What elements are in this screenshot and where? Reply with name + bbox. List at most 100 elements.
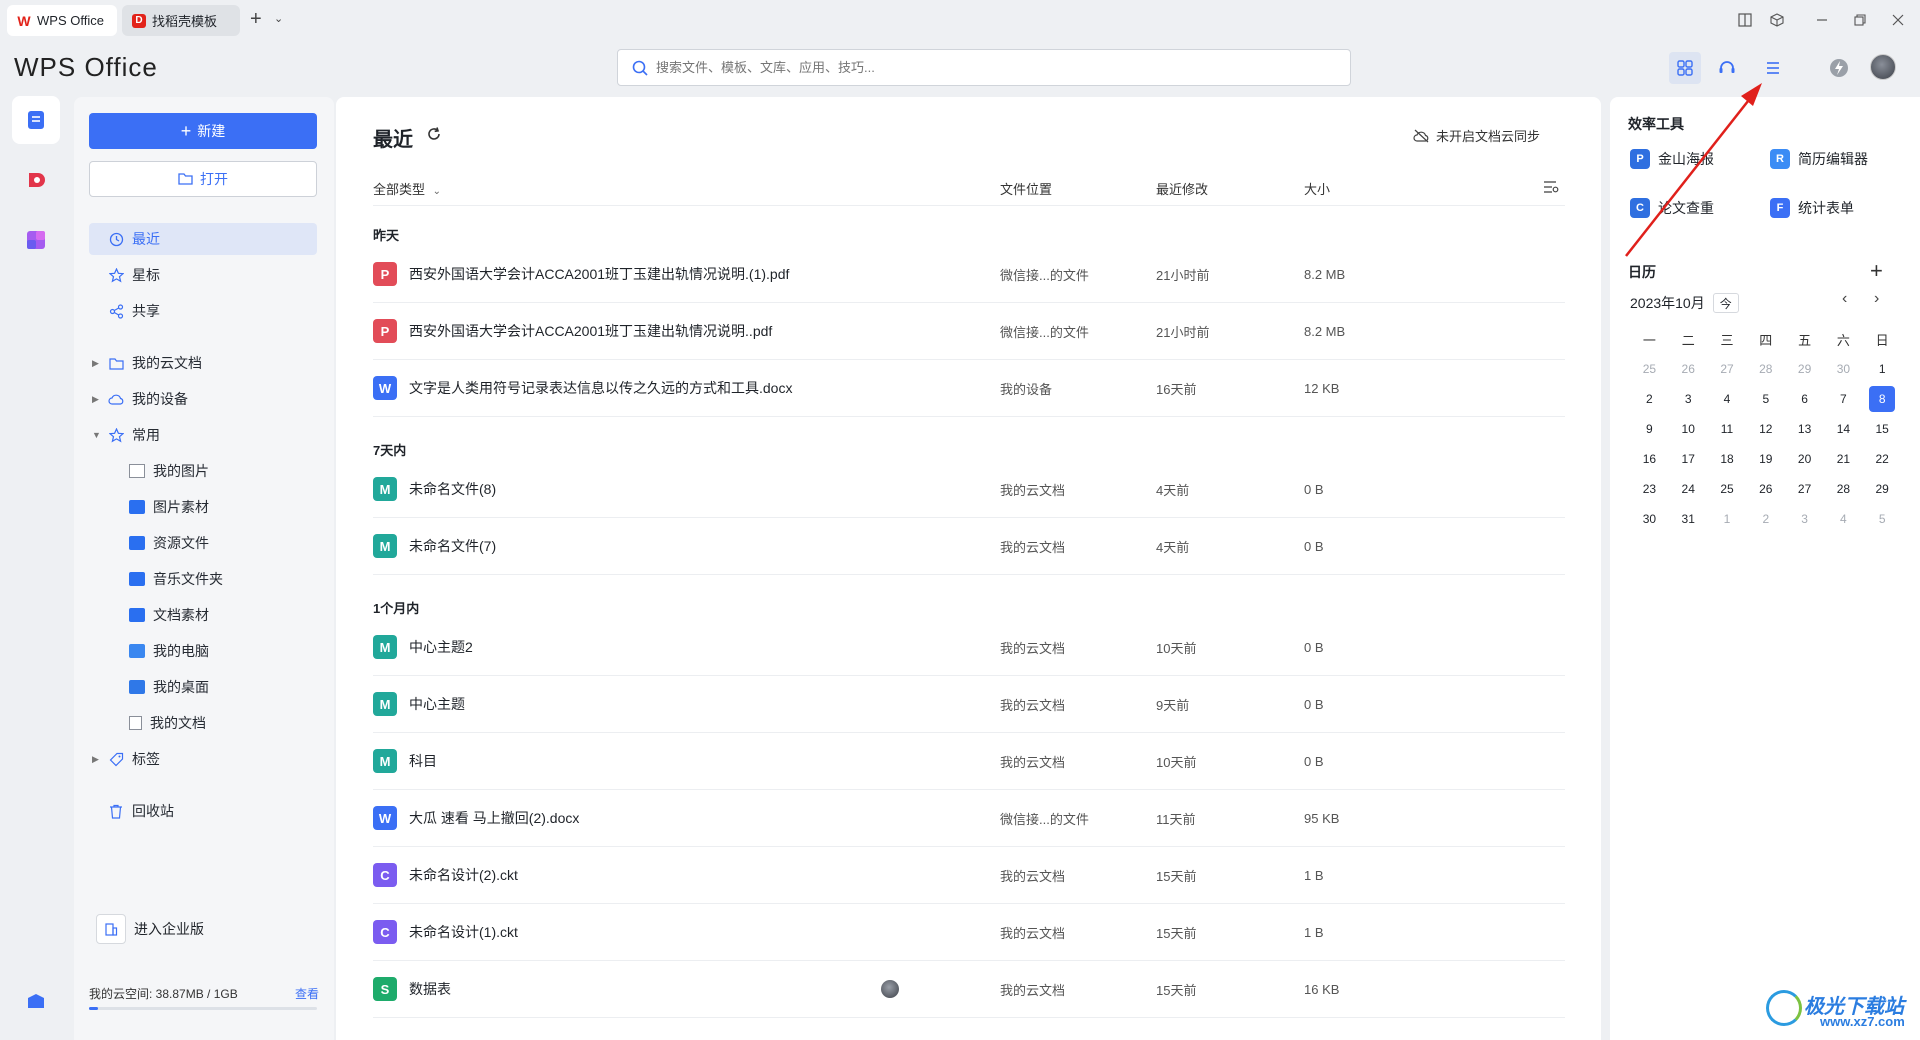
new-button[interactable]: + 新建 <box>89 113 317 149</box>
sidebar-item-picture-assets[interactable]: 图片素材 <box>129 491 209 523</box>
calendar-day[interactable]: 2 <box>1746 512 1785 526</box>
calendar-day[interactable]: 11 <box>1708 422 1747 436</box>
sidebar-item-starred[interactable]: 星标 <box>89 259 317 291</box>
sidebar-toggle-icon[interactable] <box>1731 8 1759 32</box>
apps-grid-button[interactable] <box>1669 52 1701 84</box>
calendar-day[interactable]: 9 <box>1630 422 1669 436</box>
calendar-day[interactable]: 25 <box>1630 362 1669 376</box>
calendar-day[interactable]: 29 <box>1863 482 1902 496</box>
calendar-day[interactable]: 1 <box>1708 512 1747 526</box>
calendar-day[interactable]: 28 <box>1746 362 1785 376</box>
calendar-day[interactable]: 29 <box>1785 362 1824 376</box>
today-button[interactable]: 今 <box>1712 293 1739 313</box>
file-row[interactable]: C 未命名设计(1).ckt 我的云文档 15天前 1 B <box>373 904 1565 961</box>
calendar-day[interactable]: 30 <box>1630 512 1669 526</box>
calendar-day[interactable]: 14 <box>1824 422 1863 436</box>
calendar-day[interactable]: 1 <box>1863 362 1902 376</box>
file-row[interactable]: M 中心主题2 我的云文档 10天前 0 B <box>373 619 1565 676</box>
calendar-day[interactable]: 17 <box>1669 452 1708 466</box>
cloud-sync-toggle[interactable]: 未开启文档云同步 <box>1413 126 1540 145</box>
sidebar-item-recycle-bin[interactable]: 回收站 <box>89 795 317 827</box>
open-button[interactable]: 打开 <box>89 161 317 197</box>
calendar-day[interactable]: 28 <box>1824 482 1863 496</box>
user-avatar[interactable] <box>1870 54 1896 80</box>
sidebar-item-my-computer[interactable]: 我的电脑 <box>129 635 209 667</box>
column-location[interactable]: 文件位置 <box>1000 179 1052 198</box>
calendar-day[interactable]: 25 <box>1708 482 1747 496</box>
calendar-day[interactable]: 26 <box>1669 362 1708 376</box>
refresh-icon[interactable] <box>426 126 442 145</box>
sidebar-item-my-devices[interactable]: ▶ 我的设备 <box>89 383 317 415</box>
file-row[interactable]: W 大瓜 速看 马上撤回(2).docx 微信接...的文件 11天前 95 K… <box>373 790 1565 847</box>
chevron-down-icon[interactable]: ▼ <box>92 430 104 440</box>
file-row[interactable]: S 数据表 我的云文档 15天前 16 KB <box>373 961 1565 1018</box>
calendar-day[interactable]: 26 <box>1746 482 1785 496</box>
rail-docer[interactable] <box>12 156 60 204</box>
calendar-day[interactable]: 3 <box>1785 512 1824 526</box>
calendar-day[interactable]: 27 <box>1785 482 1824 496</box>
main-menu-button[interactable] <box>1757 52 1789 84</box>
add-event-button[interactable]: + <box>1870 258 1883 284</box>
rail-apps[interactable] <box>12 216 60 264</box>
chevron-right-icon[interactable]: ▶ <box>92 358 104 369</box>
calendar-day[interactable]: 23 <box>1630 482 1669 496</box>
calendar-day[interactable]: 13 <box>1785 422 1824 436</box>
new-tab-button[interactable]: + <box>250 8 262 31</box>
sidebar-item-my-pictures[interactable]: 我的图片 <box>129 455 209 487</box>
file-row[interactable]: M 中心主题 我的云文档 9天前 0 B <box>373 676 1565 733</box>
calendar-day[interactable]: 5 <box>1746 392 1785 406</box>
rail-cloud-disk[interactable] <box>12 976 60 1024</box>
search-box[interactable] <box>617 49 1351 86</box>
calendar-day[interactable]: 10 <box>1669 422 1708 436</box>
sync-status-button[interactable] <box>1823 52 1855 84</box>
calendar-day[interactable]: 30 <box>1824 362 1863 376</box>
sidebar-item-music-folder[interactable]: 音乐文件夹 <box>129 563 223 595</box>
enterprise-entry[interactable]: 进入企业版 <box>96 913 316 945</box>
sidebar-item-common[interactable]: ▼ 常用 <box>89 419 317 451</box>
search-input[interactable] <box>656 60 1306 75</box>
sidebar-item-my-cloud-docs[interactable]: ▶ 我的云文档 <box>89 347 317 379</box>
service-button[interactable] <box>1711 52 1743 84</box>
sidebar-item-resource-files[interactable]: 资源文件 <box>129 527 209 559</box>
column-modified[interactable]: 最近修改 <box>1156 179 1208 198</box>
calendar-day[interactable]: 4 <box>1708 392 1747 406</box>
file-row[interactable]: M 未命名文件(8) 我的云文档 4天前 0 B <box>373 461 1565 518</box>
calendar-day[interactable]: 18 <box>1708 452 1747 466</box>
tool-kingsoft-poster[interactable]: P 金山海报 <box>1630 149 1714 169</box>
sidebar-item-document-assets[interactable]: 文档素材 <box>129 599 209 631</box>
chevron-right-icon[interactable]: ▶ <box>92 754 104 765</box>
file-row[interactable]: M 科目 我的云文档 10天前 0 B <box>373 733 1565 790</box>
file-row[interactable]: P 西安外国语大学会计ACCA2001班丁玉建出轨情况说明.(1).pdf 微信… <box>373 246 1565 303</box>
calendar-day[interactable]: 12 <box>1746 422 1785 436</box>
tab-wps-office[interactable]: W WPS Office <box>7 5 117 36</box>
close-button[interactable] <box>1884 8 1912 32</box>
tool-paper-check[interactable]: C 论文查重 <box>1630 198 1714 218</box>
calendar-day-today[interactable]: 8 <box>1863 386 1902 412</box>
sidebar-item-my-desktop[interactable]: 我的桌面 <box>129 671 209 703</box>
restore-button[interactable] <box>1846 8 1874 32</box>
calendar-day[interactable]: 27 <box>1708 362 1747 376</box>
sidebar-item-tags[interactable]: ▶ 标签 <box>89 743 317 775</box>
calendar-day[interactable]: 3 <box>1669 392 1708 406</box>
calendar-day[interactable]: 22 <box>1863 452 1902 466</box>
file-row[interactable]: W 文字是人类用符号记录表达信息以传之久远的方式和工具.docx 我的设备 16… <box>373 360 1565 417</box>
calendar-day[interactable]: 19 <box>1746 452 1785 466</box>
calendar-day[interactable]: 15 <box>1863 422 1902 436</box>
calendar-prev-icon[interactable]: ‹ <box>1842 290 1847 308</box>
calendar-day[interactable]: 20 <box>1785 452 1824 466</box>
rail-documents[interactable] <box>12 96 60 144</box>
calendar-day[interactable]: 31 <box>1669 512 1708 526</box>
tool-stat-form[interactable]: F 统计表单 <box>1770 198 1854 218</box>
calendar-day[interactable]: 2 <box>1630 392 1669 406</box>
sidebar-item-my-documents[interactable]: 我的文档 <box>129 707 206 739</box>
calendar-day[interactable]: 16 <box>1630 452 1669 466</box>
file-row[interactable]: M 未命名文件(7) 我的云文档 4天前 0 B <box>373 518 1565 575</box>
chevron-down-icon[interactable]: ⌄ <box>274 12 283 25</box>
calendar-next-icon[interactable]: › <box>1874 290 1879 308</box>
chevron-right-icon[interactable]: ▶ <box>92 394 104 405</box>
calendar-day[interactable]: 4 <box>1824 512 1863 526</box>
sidebar-item-recent[interactable]: 最近 <box>89 223 317 255</box>
file-row[interactable]: P 西安外国语大学会计ACCA2001班丁玉建出轨情况说明..pdf 微信接..… <box>373 303 1565 360</box>
tool-resume-editor[interactable]: R 简历编辑器 <box>1770 149 1868 169</box>
calendar-day[interactable]: 24 <box>1669 482 1708 496</box>
